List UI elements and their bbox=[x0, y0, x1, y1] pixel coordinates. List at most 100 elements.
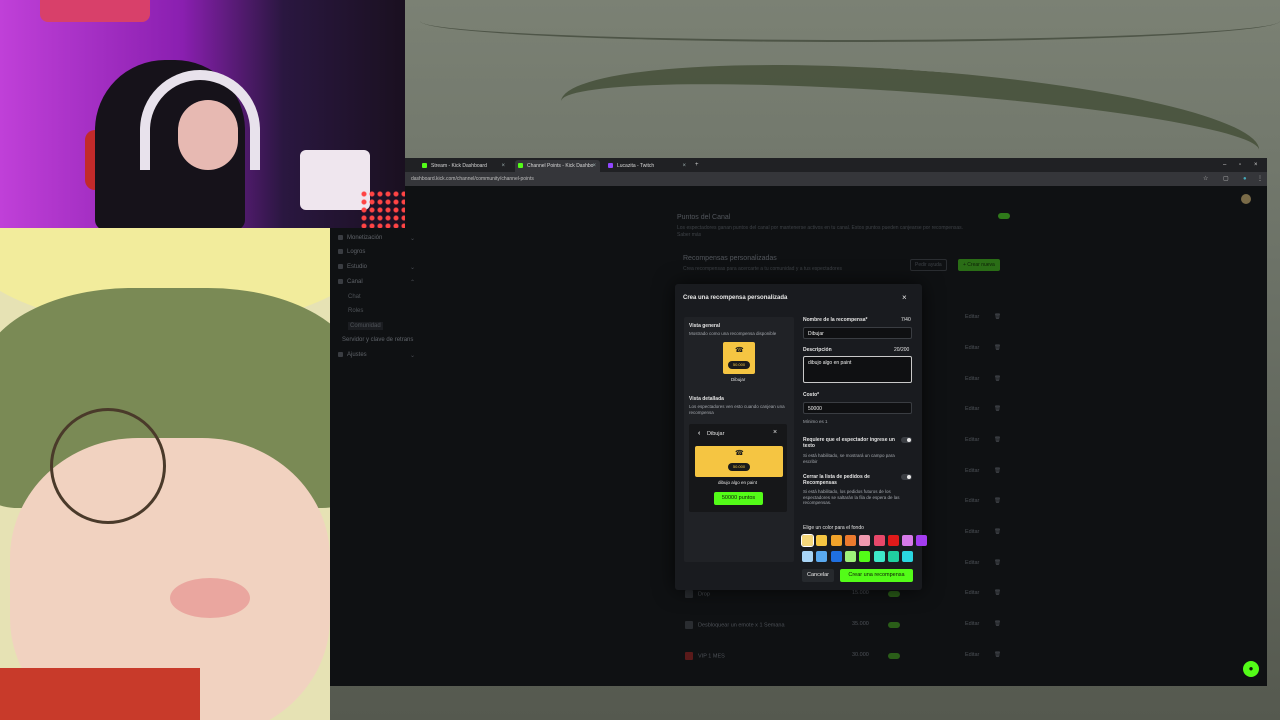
detail-view-description: Los espectadores ven esto cuando canjean… bbox=[689, 404, 785, 415]
trash-icon[interactable]: 🗑 bbox=[994, 345, 1001, 351]
channel-points-description: Los espectadores ganan puntos del canal … bbox=[677, 225, 964, 231]
sidebar-item-estudio[interactable]: Estudio bbox=[338, 264, 367, 270]
color-swatch[interactable] bbox=[873, 535, 885, 546]
cancel-button[interactable]: Cancelar bbox=[802, 569, 834, 582]
trash-icon[interactable]: 🗑 bbox=[994, 376, 1001, 382]
description-textarea[interactable]: dibujo algo en paint bbox=[803, 356, 912, 383]
edit-button[interactable]: Editar bbox=[965, 590, 979, 596]
new-tab-button[interactable]: + bbox=[695, 158, 699, 172]
string-lights bbox=[420, 0, 1280, 42]
channel-points-toggle[interactable] bbox=[998, 213, 1010, 219]
trash-icon[interactable]: 🗑 bbox=[994, 590, 1001, 596]
close-window-icon[interactable]: × bbox=[1254, 158, 1258, 172]
address-bar[interactable]: dashboard.kick.com/channel/community/cha… bbox=[405, 172, 1267, 186]
trash-icon[interactable]: 🗑 bbox=[994, 529, 1001, 535]
sidebar-item-canal[interactable]: Canal bbox=[338, 279, 363, 285]
chevron-down-icon: ⌄ bbox=[410, 265, 416, 271]
color-swatch[interactable] bbox=[902, 551, 914, 562]
edit-button[interactable]: Editar bbox=[965, 345, 979, 351]
trash-icon[interactable]: 🗑 bbox=[994, 652, 1001, 658]
color-swatch[interactable] bbox=[844, 551, 856, 562]
close-tab-icon[interactable]: × bbox=[682, 160, 686, 172]
color-swatch[interactable] bbox=[887, 535, 899, 546]
sidebar-item-logros[interactable]: Logros bbox=[338, 249, 365, 255]
reward-name-counter: 7/40 bbox=[901, 317, 911, 323]
trash-icon[interactable]: 🗑 bbox=[994, 406, 1001, 412]
close-tab-icon[interactable]: × bbox=[592, 160, 596, 172]
close-icon[interactable]: × bbox=[902, 293, 907, 302]
reward-toggle[interactable] bbox=[888, 653, 900, 659]
color-swatch[interactable] bbox=[816, 551, 828, 562]
edit-button[interactable]: Editar bbox=[965, 468, 979, 474]
color-swatch[interactable] bbox=[859, 551, 871, 562]
bookmark-star-icon[interactable]: ☆ bbox=[1203, 174, 1208, 184]
chat-bubble-icon[interactable]: ● bbox=[1243, 661, 1259, 677]
color-swatch[interactable] bbox=[801, 534, 814, 547]
close-queue-hint: Si está habilitado, los pedidos futuros … bbox=[803, 489, 900, 505]
trash-icon[interactable]: 🗑 bbox=[994, 468, 1001, 474]
reward-name: Desbloquear un emote x 1 Semana bbox=[698, 622, 785, 629]
user-avatar[interactable] bbox=[1241, 194, 1251, 204]
sidebar-item-servidor[interactable]: Servidor y clave de retrans bbox=[342, 337, 413, 343]
edit-button[interactable]: Editar bbox=[965, 621, 979, 627]
learn-more-link[interactable]: Saber más bbox=[677, 232, 701, 238]
color-picker-label: Elige un color para el fondo bbox=[803, 525, 864, 531]
color-swatch[interactable] bbox=[873, 551, 885, 562]
edit-button[interactable]: Editar bbox=[965, 498, 979, 504]
tab-channel-points[interactable]: Channel Points - Kick Dashbo × bbox=[515, 160, 600, 172]
color-swatch[interactable] bbox=[859, 535, 871, 546]
chevron-left-icon: ‹ bbox=[698, 430, 701, 437]
url-text[interactable]: dashboard.kick.com/channel/community/cha… bbox=[411, 174, 534, 184]
close-tab-icon[interactable]: × bbox=[501, 160, 505, 172]
menu-icon[interactable]: ⋮ bbox=[1257, 174, 1263, 184]
help-button[interactable]: Pedir ayuda bbox=[910, 259, 947, 271]
sidebar-item-monetizacion[interactable]: Monetización bbox=[338, 235, 382, 241]
create-reward-button[interactable]: Crear una recompensa bbox=[840, 569, 913, 582]
redeem-button: 50000 puntos bbox=[714, 492, 763, 505]
trash-icon[interactable]: 🗑 bbox=[994, 621, 1001, 627]
sidebar-item-chat[interactable]: Chat bbox=[348, 294, 361, 300]
require-text-toggle[interactable] bbox=[901, 437, 912, 443]
color-swatch[interactable] bbox=[802, 551, 813, 562]
color-swatch[interactable] bbox=[902, 535, 914, 546]
maximize-icon[interactable]: ▫ bbox=[1239, 158, 1241, 172]
chevron-down-icon: ⌄ bbox=[410, 236, 416, 242]
sidebar-item-ajustes[interactable]: Ajustes bbox=[338, 352, 367, 358]
reward-cost: 15.000 bbox=[852, 590, 869, 596]
trash-icon[interactable]: 🗑 bbox=[994, 314, 1001, 320]
custom-rewards-description: Crea recompensas para acercarte a tu com… bbox=[683, 266, 842, 272]
reward-name-input[interactable]: Dibujar bbox=[803, 327, 912, 339]
color-swatch[interactable] bbox=[830, 535, 842, 546]
color-swatch[interactable] bbox=[816, 535, 828, 546]
tab-label: Stream - Kick Dashboard bbox=[431, 163, 487, 169]
sidebar-item-roles[interactable]: Roles bbox=[348, 308, 363, 314]
edit-button[interactable]: Editar bbox=[965, 437, 979, 443]
kick-favicon bbox=[518, 163, 523, 168]
reward-toggle[interactable] bbox=[888, 622, 900, 628]
color-swatch[interactable] bbox=[830, 551, 842, 562]
extensions-icon[interactable]: ▢ bbox=[1223, 174, 1229, 184]
profile-icon[interactable]: ● bbox=[1243, 174, 1247, 184]
minimize-icon[interactable]: – bbox=[1223, 158, 1226, 172]
trash-icon[interactable]: 🗑 bbox=[994, 560, 1001, 566]
trash-icon[interactable]: 🗑 bbox=[994, 498, 1001, 504]
reward-toggle[interactable] bbox=[888, 591, 900, 597]
reward-card-preview: ☎ 50.000 bbox=[723, 342, 755, 374]
color-swatch[interactable] bbox=[844, 535, 856, 546]
reward-name: Drop bbox=[698, 591, 710, 598]
edit-button[interactable]: Editar bbox=[965, 652, 979, 658]
color-swatch[interactable] bbox=[916, 535, 928, 546]
color-swatch[interactable] bbox=[887, 551, 899, 562]
edit-button[interactable]: Editar bbox=[965, 376, 979, 382]
edit-button[interactable]: Editar bbox=[965, 529, 979, 535]
close-queue-toggle[interactable] bbox=[901, 474, 912, 480]
create-new-button[interactable]: + Crear nueva bbox=[958, 259, 1000, 271]
edit-button[interactable]: Editar bbox=[965, 406, 979, 412]
sidebar-item-comunidad[interactable]: Comunidad bbox=[348, 322, 383, 330]
tab-stream-dashboard[interactable]: Stream - Kick Dashboard × bbox=[419, 160, 509, 172]
cost-input[interactable]: 50000 bbox=[803, 402, 912, 414]
edit-button[interactable]: Editar bbox=[965, 560, 979, 566]
edit-button[interactable]: Editar bbox=[965, 314, 979, 320]
trash-icon[interactable]: 🗑 bbox=[994, 437, 1001, 443]
tab-twitch[interactable]: Lucazita - Twitch × bbox=[605, 160, 690, 172]
